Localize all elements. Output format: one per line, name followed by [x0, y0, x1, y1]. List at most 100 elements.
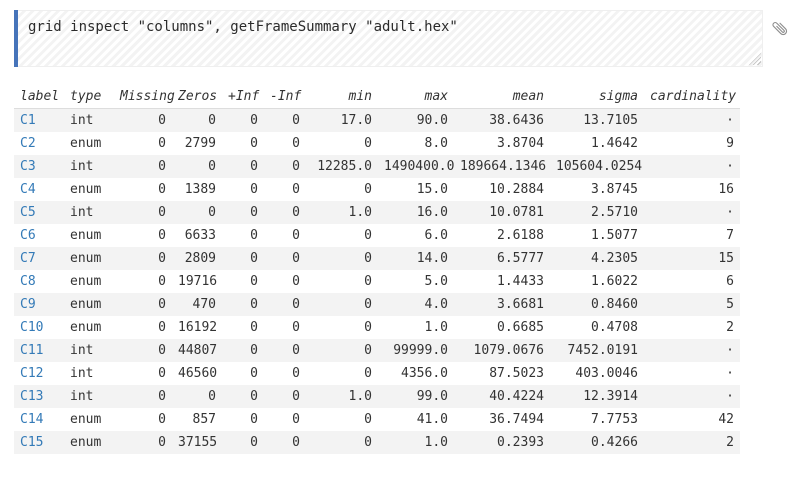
table-cell: 1.0	[306, 201, 378, 224]
table-cell: int	[64, 155, 114, 178]
table-cell: enum	[64, 293, 114, 316]
table-row: C1int000017.090.038.643613.7105·	[14, 109, 740, 133]
table-cell: 0	[172, 155, 222, 178]
column-link[interactable]: C10	[20, 320, 43, 335]
table-cell: 0	[222, 408, 264, 431]
table-cell: 0	[222, 339, 264, 362]
table-cell: 0	[306, 408, 378, 431]
column-link[interactable]: C8	[20, 274, 36, 289]
table-cell: 10.2884	[454, 178, 550, 201]
table-cell: 0	[264, 155, 306, 178]
table-cell: 1.4642	[550, 132, 644, 155]
table-cell: C8	[14, 270, 64, 293]
table-cell: 2	[644, 316, 740, 339]
table-cell: 6	[644, 270, 740, 293]
table-cell: 0	[264, 385, 306, 408]
table-header: labeltypeMissingZeros+Inf-Infminmaxmeans…	[14, 85, 740, 109]
table-body: C1int000017.090.038.643613.7105·C2enum02…	[14, 109, 740, 455]
code-input[interactable]: grid inspect "columns", getFrameSummary …	[18, 11, 762, 66]
column-link[interactable]: C9	[20, 297, 36, 312]
table-cell: 46560	[172, 362, 222, 385]
table-cell: ·	[644, 155, 740, 178]
header-row: labeltypeMissingZeros+Inf-Infminmaxmeans…	[14, 85, 740, 109]
table-cell: 0	[306, 247, 378, 270]
column-header-sigma: sigma	[550, 85, 644, 109]
column-link[interactable]: C3	[20, 159, 36, 174]
table-cell: 15	[644, 247, 740, 270]
table-row: C6enum066330006.02.61881.50777	[14, 224, 740, 247]
table-cell: 0	[306, 270, 378, 293]
table-cell: 9	[644, 132, 740, 155]
table-cell: 1.4433	[454, 270, 550, 293]
table-cell: C7	[14, 247, 64, 270]
table-cell: 0	[114, 293, 172, 316]
table-cell: 0.4266	[550, 431, 644, 454]
column-link[interactable]: C7	[20, 251, 36, 266]
table-cell: int	[64, 109, 114, 133]
table-cell: C4	[14, 178, 64, 201]
table-cell: 0	[306, 178, 378, 201]
table-cell: 189664.1346	[454, 155, 550, 178]
table-cell: C5	[14, 201, 64, 224]
table-cell: 87.5023	[454, 362, 550, 385]
table-cell: 0	[222, 178, 264, 201]
table-row: C15enum0371550001.00.23930.42662	[14, 431, 740, 454]
table-cell: C11	[14, 339, 64, 362]
table-cell: C13	[14, 385, 64, 408]
table-cell: 0	[264, 316, 306, 339]
table-cell: 0	[172, 201, 222, 224]
table-cell: 41.0	[378, 408, 454, 431]
column-link[interactable]: C12	[20, 366, 43, 381]
column-link[interactable]: C6	[20, 228, 36, 243]
table-cell: enum	[64, 224, 114, 247]
column-link[interactable]: C2	[20, 136, 36, 151]
column-link[interactable]: C13	[20, 389, 43, 404]
table-cell: 16192	[172, 316, 222, 339]
table-cell: 0	[172, 385, 222, 408]
table-cell: 10.0781	[454, 201, 550, 224]
table-cell: 12.3914	[550, 385, 644, 408]
table-cell: 0	[114, 316, 172, 339]
table-row: C7enum0280900014.06.57774.230515	[14, 247, 740, 270]
table-cell: 5.0	[378, 270, 454, 293]
table-cell: enum	[64, 132, 114, 155]
column-link[interactable]: C4	[20, 182, 36, 197]
table-cell: 0	[264, 109, 306, 133]
table-cell: 6.5777	[454, 247, 550, 270]
table-cell: 0	[222, 362, 264, 385]
column-link[interactable]: C11	[20, 343, 43, 358]
table-cell: 2	[644, 431, 740, 454]
table-row: C13int00001.099.040.422412.3914·	[14, 385, 740, 408]
table-cell: 0	[114, 155, 172, 178]
table-cell: enum	[64, 178, 114, 201]
table-cell: 857	[172, 408, 222, 431]
table-cell: ·	[644, 201, 740, 224]
table-cell: 7452.0191	[550, 339, 644, 362]
table-cell: 0	[264, 339, 306, 362]
table-cell: 4.0	[378, 293, 454, 316]
table-cell: 2799	[172, 132, 222, 155]
table-cell: 6633	[172, 224, 222, 247]
table-cell: 0	[264, 362, 306, 385]
column-header-cardinality: cardinality	[644, 85, 740, 109]
column-link[interactable]: C5	[20, 205, 36, 220]
table-cell: 403.0046	[550, 362, 644, 385]
paperclip-icon[interactable]	[767, 15, 792, 40]
table-cell: 90.0	[378, 109, 454, 133]
table-cell: 0.8460	[550, 293, 644, 316]
table-cell: 4.2305	[550, 247, 644, 270]
table-cell: 5	[644, 293, 740, 316]
frame-summary-table: labeltypeMissingZeros+Inf-Infminmaxmeans…	[14, 85, 740, 454]
code-input-area: grid inspect "columns", getFrameSummary …	[18, 10, 763, 67]
table-cell: 2.5710	[550, 201, 644, 224]
column-header-min: min	[306, 85, 378, 109]
table-row: C9enum04700004.03.66810.84605	[14, 293, 740, 316]
table-cell: C1	[14, 109, 64, 133]
table-cell: ·	[644, 109, 740, 133]
column-link[interactable]: C1	[20, 113, 36, 128]
column-link[interactable]: C15	[20, 435, 43, 450]
column-link[interactable]: C14	[20, 412, 43, 427]
table-cell: 3.6681	[454, 293, 550, 316]
table-cell: 0	[222, 201, 264, 224]
table-cell: 13.7105	[550, 109, 644, 133]
